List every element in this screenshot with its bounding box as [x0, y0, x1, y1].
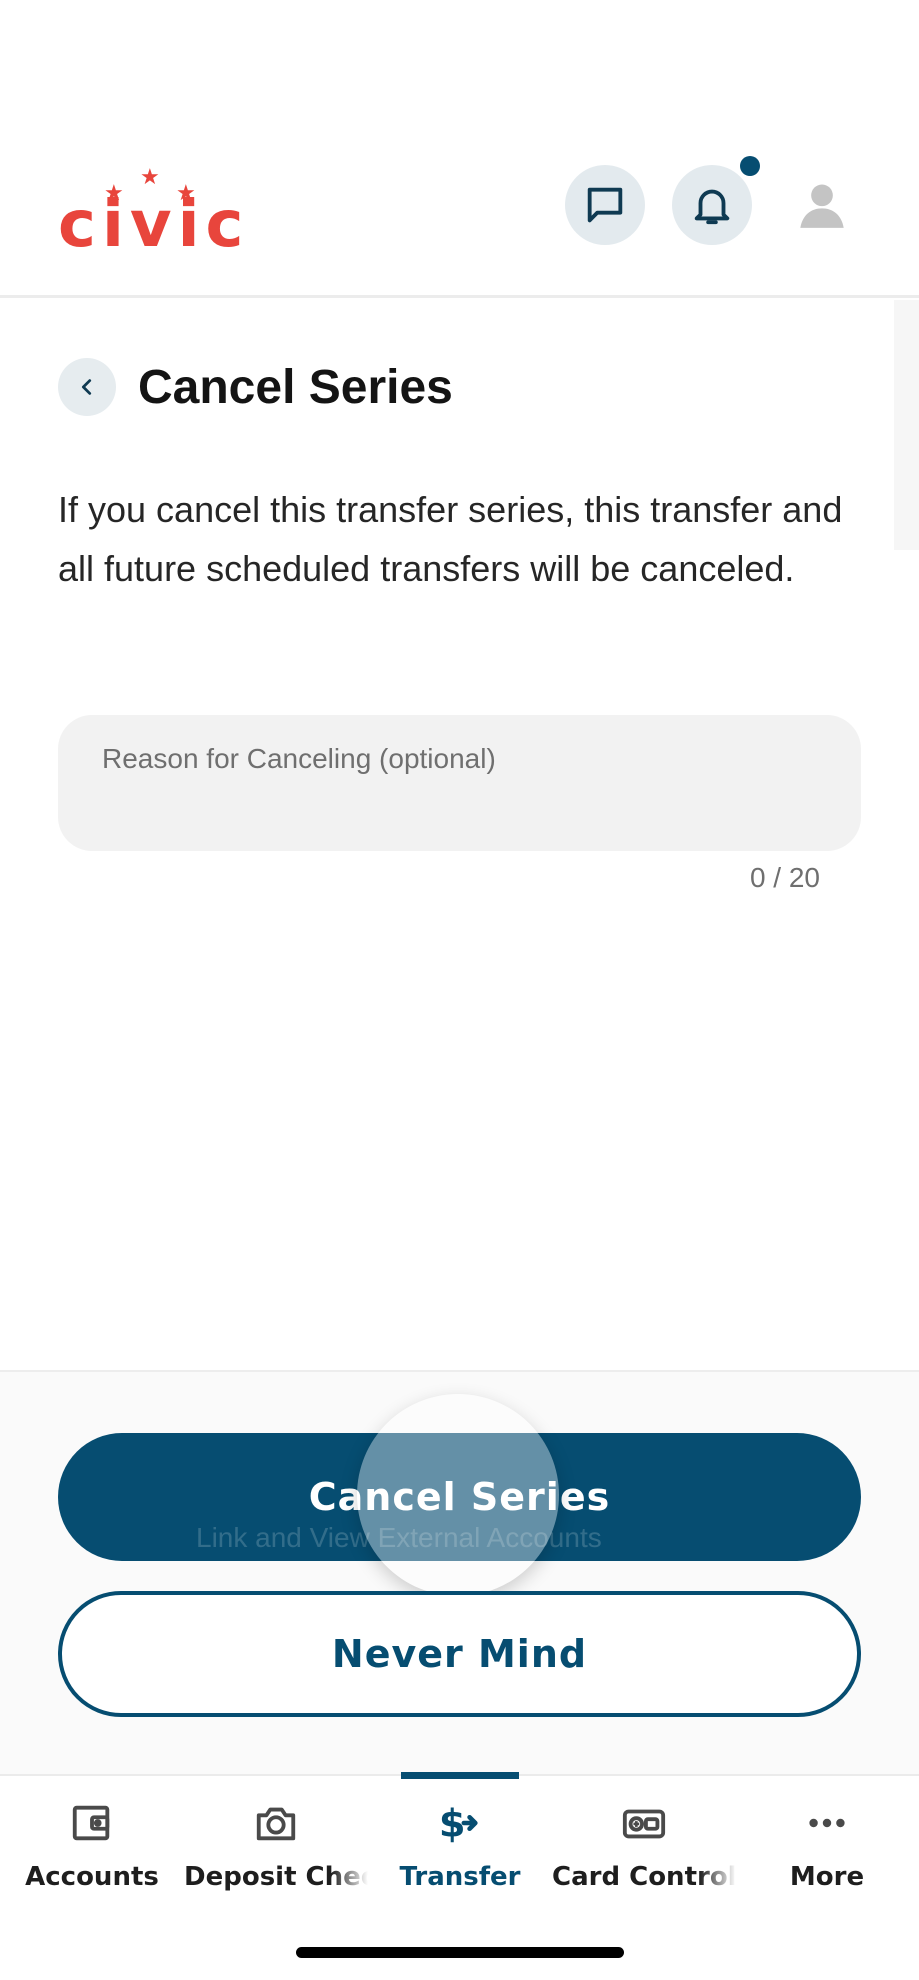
tab-label: More [789, 1862, 865, 1892]
dollar-arrow-icon: $ [439, 1801, 478, 1846]
tab-label: Transfer [399, 1862, 521, 1892]
chat-bubble-icon [587, 187, 623, 223]
bell-icon [694, 189, 730, 225]
cancel-series-screen: ★ ★ ★ civic Cancel Series If you cancel … [0, 0, 919, 1980]
chevron-left-icon [81, 379, 92, 395]
messages-button[interactable] [565, 165, 645, 245]
tab-more[interactable]: More [735, 1800, 919, 1910]
more-dots-icon [809, 1818, 845, 1828]
touch-ripple [357, 1394, 559, 1596]
card-icon [622, 1809, 666, 1839]
tab-label: Deposit Chec [184, 1862, 368, 1892]
civic-logo: ★ ★ ★ civic [58, 160, 248, 263]
tab-label: Card Control [552, 1862, 736, 1892]
tab-accounts[interactable]: Accounts [0, 1800, 184, 1910]
notifications-button[interactable] [672, 165, 752, 245]
home-indicator [296, 1947, 624, 1958]
app-header: ★ ★ ★ civic [0, 0, 919, 298]
svg-text:$: $ [439, 1801, 466, 1846]
logo-text: civic [58, 188, 250, 262]
notification-badge [740, 156, 760, 176]
logo-star-icon: ★ [140, 164, 160, 189]
never-mind-button[interactable]: Never Mind [58, 1591, 861, 1717]
person-icon[interactable] [796, 178, 848, 230]
wallet-icon [72, 1805, 110, 1841]
reason-input[interactable] [58, 715, 861, 851]
tab-label: Accounts [25, 1862, 159, 1892]
back-button[interactable] [58, 358, 116, 416]
cancel-description: If you cancel this transfer series, this… [58, 489, 843, 589]
active-tab-indicator [401, 1772, 519, 1779]
camera-icon [256, 1807, 296, 1841]
tab-deposit-check[interactable]: Deposit Chec [184, 1800, 368, 1910]
scroll-track [894, 300, 919, 550]
character-counter: 0 / 20 [749, 862, 820, 893]
page-title: Cancel Series [138, 361, 453, 414]
tab-card-controls[interactable]: Card Control [552, 1800, 736, 1910]
tab-transfer[interactable]: $ Transfer [368, 1800, 552, 1910]
